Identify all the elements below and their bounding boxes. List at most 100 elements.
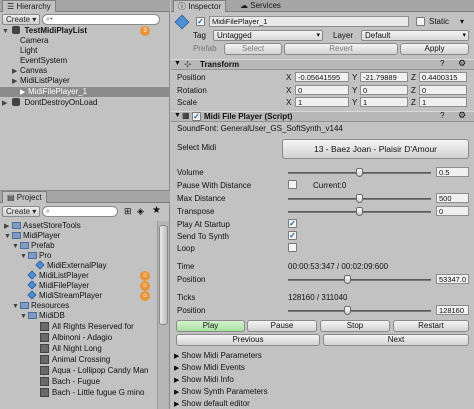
ticks-position-slider-knob[interactable] (343, 306, 351, 315)
scale-x-field[interactable]: 1 (295, 97, 349, 107)
midi-file-icon (40, 377, 49, 386)
active-checkbox[interactable]: ✓ (196, 17, 205, 26)
foldout-midi-info[interactable]: ▶ Show Midi Info (174, 375, 234, 384)
file-label: Bach - Fugue (52, 377, 101, 386)
ticks-position-slider-track[interactable] (288, 310, 431, 312)
hierarchy-item-midifileplayer[interactable]: ▶ MidiFilePlayer_1 (0, 87, 169, 97)
position-y-field[interactable]: -21.79889 (360, 72, 408, 82)
prefab-select-button[interactable]: Select (224, 43, 282, 55)
project-file[interactable]: Aqua - Lollipop Candy Man (0, 366, 169, 376)
canvas-label: Canvas (20, 66, 48, 75)
ticks-position-field[interactable]: 128160 (436, 305, 469, 315)
rotation-z-field[interactable]: 0 (419, 85, 467, 95)
previous-button[interactable]: Previous (176, 334, 320, 346)
midilistplayer-label: MidiListPlayer (20, 76, 70, 85)
position-x-field[interactable]: -0.05641595 (295, 72, 349, 82)
project-scroll-thumb[interactable] (159, 225, 168, 325)
script-enabled-checkbox[interactable]: ✓ (192, 112, 201, 121)
rotation-x-field[interactable]: 0 (295, 85, 349, 95)
prefab-revert-button[interactable]: Revert (284, 43, 398, 55)
project-create-button[interactable]: Create ▾ (2, 206, 41, 217)
rotation-y-field[interactable]: 0 (360, 85, 408, 95)
project-file[interactable]: Bach - Fugue (0, 377, 169, 387)
foldout-midi-parameters[interactable]: ▶ Show Midi Parameters (174, 351, 262, 360)
volume-field[interactable]: 0.5 (436, 167, 469, 177)
play-button[interactable]: Play (176, 320, 245, 332)
project-file[interactable]: All Rights Reserved for (0, 322, 169, 332)
tab-project[interactable]: ▤ Project (2, 191, 47, 203)
scale-z-field[interactable]: 1 (419, 97, 467, 107)
project-folder-midiplayer[interactable]: ▼ MidiPlayer (0, 231, 169, 241)
hierarchy-create-button[interactable]: Create ▾ (2, 14, 41, 25)
dontdestroyonload-label: DontDestroyOnLoad (24, 98, 98, 107)
prefab-apply-button[interactable]: Apply (400, 43, 469, 55)
scale-y-field[interactable]: 1 (360, 97, 408, 107)
tab-services-label: Services (250, 1, 281, 10)
volume-slider-knob[interactable] (356, 168, 363, 177)
static-dropdown-icon[interactable]: ▾ (460, 17, 464, 26)
info-icon: ⓘ (178, 2, 189, 11)
stop-button[interactable]: Stop (320, 320, 390, 332)
select-midi-button[interactable]: 13 - Baez Joan - Plaisir D'Amour (282, 139, 469, 159)
rotation-label: Rotation (177, 86, 207, 95)
project-file[interactable]: Bach - Little fugue G mino (0, 388, 169, 398)
time-position-slider-track[interactable] (288, 279, 431, 281)
position-z-field[interactable]: 0.4400315 (419, 72, 467, 82)
help-icon[interactable]: ? (440, 59, 444, 68)
time-label: Time (177, 262, 195, 271)
project-folder-assetstoretools[interactable]: ▶ AssetStoreTools (0, 221, 169, 231)
send-to-synth-checkbox[interactable]: ✓ (288, 231, 297, 240)
folder-label: Resources (31, 301, 70, 310)
project-folder-pro[interactable]: ▼ Pro (0, 251, 169, 261)
max-distance-field[interactable]: 500 (436, 193, 469, 203)
time-position-slider-knob[interactable] (343, 275, 351, 284)
pause-button[interactable]: Pause (247, 320, 317, 332)
tab-hierarchy[interactable]: ☰ Hierarchy (2, 0, 56, 12)
hierarchy-search-input[interactable]: ⌕▾ (42, 14, 160, 25)
next-button[interactable]: Next (323, 334, 469, 346)
hierarchy-item-eventsystem[interactable]: EventSystem (0, 56, 169, 66)
play-at-startup-checkbox[interactable]: ✓ (288, 219, 297, 228)
filter-label-icon[interactable]: ◈ (137, 206, 144, 217)
collapse-arrow-icon[interactable]: ▼ (174, 112, 181, 119)
restart-button[interactable]: Restart (393, 320, 469, 332)
project-prefab-midiexternalplay[interactable]: MidiExternalPlay (0, 260, 169, 271)
project-file[interactable]: Animal Crossing (0, 355, 169, 365)
project-scrollbar[interactable] (157, 221, 169, 409)
project-search-input[interactable]: ⌕ (42, 206, 118, 217)
object-name-field[interactable]: MidiFilePlayer_1 (209, 16, 409, 27)
foldout-default-editor[interactable]: ▶ Show default editor (174, 399, 250, 408)
transpose-slider-knob[interactable] (356, 207, 363, 216)
project-file[interactable]: Albinoni - Adagio (0, 333, 169, 343)
help-icon[interactable]: ? (440, 111, 444, 120)
scale-label: Scale (177, 98, 198, 107)
loop-checkbox[interactable] (288, 243, 297, 252)
hierarchy-item-dontdestroyonload[interactable]: ▶ DontDestroyOnLoad (0, 98, 169, 108)
tab-services[interactable]: ☁ Services (236, 0, 285, 12)
project-folder-resources[interactable]: ▼ Resources (0, 301, 169, 311)
tag-dropdown[interactable]: Untagged (213, 30, 323, 41)
pause-with-distance-checkbox[interactable] (288, 180, 297, 189)
search-icon: ⌕ (46, 208, 50, 215)
folder-label: MidiDB (39, 311, 65, 320)
favorite-star-icon[interactable]: ★ (152, 205, 161, 216)
hierarchy-item-midilistplayer[interactable]: ▶ MidiListPlayer (0, 76, 169, 86)
hierarchy-item-light[interactable]: Light (0, 46, 169, 56)
filter-type-icon[interactable]: ⊞ (124, 206, 132, 217)
layer-dropdown[interactable]: Default (361, 30, 469, 41)
settings-gear-icon[interactable]: ⚙ (458, 58, 466, 69)
project-folder-mididb[interactable]: ▼ MidiDB (0, 311, 169, 321)
hierarchy-item-camera[interactable]: Camera (0, 36, 169, 46)
settings-gear-icon[interactable]: ⚙ (458, 110, 466, 121)
project-folder-prefab[interactable]: ▼ Prefab (0, 241, 169, 251)
project-file[interactable]: All Night Long (0, 344, 169, 354)
transpose-field[interactable]: 0 (436, 206, 469, 216)
hierarchy-item-canvas[interactable]: ▶ Canvas (0, 66, 169, 76)
foldout-synth-parameters[interactable]: ▶ Show Synth Parameters (174, 387, 268, 396)
collapse-arrow-icon[interactable]: ▼ (174, 60, 181, 67)
static-checkbox[interactable] (416, 17, 425, 26)
tab-inspector[interactable]: ⓘ Inspector (173, 0, 227, 12)
foldout-midi-events[interactable]: ▶ Show Midi Events (174, 363, 245, 372)
max-distance-slider-knob[interactable] (356, 194, 363, 203)
time-position-field[interactable]: 53347.0 (436, 274, 469, 284)
